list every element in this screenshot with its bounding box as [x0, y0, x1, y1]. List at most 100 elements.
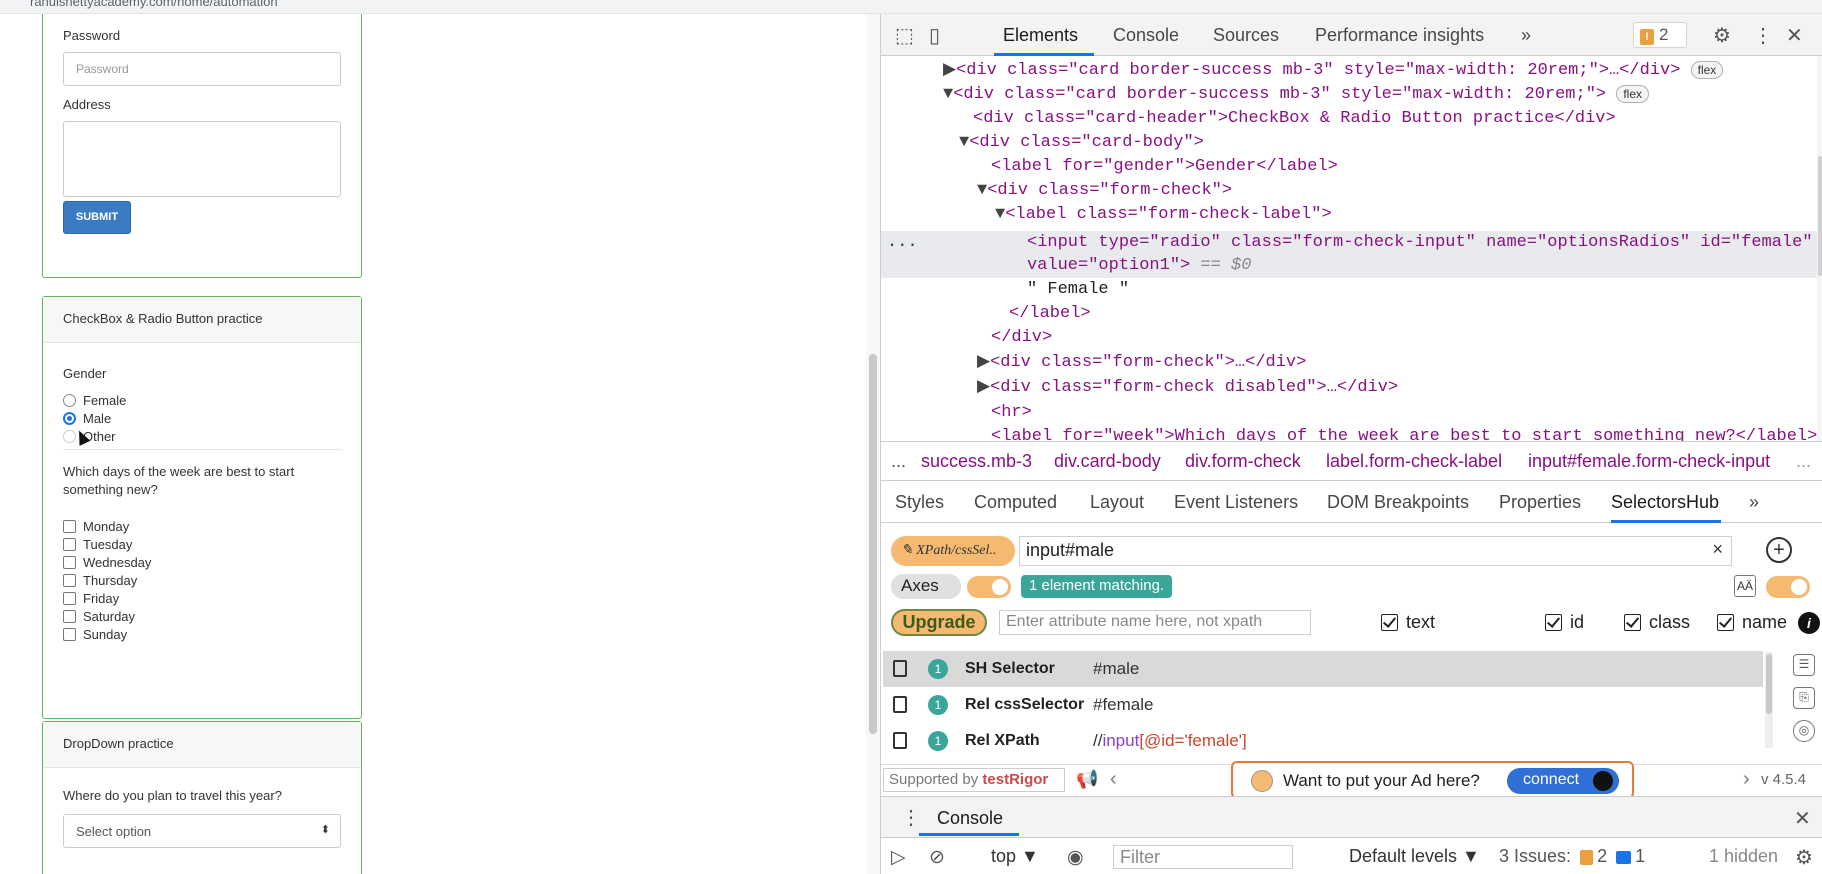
tab-properties[interactable]: Properties	[1499, 492, 1581, 513]
checkbox-sunday[interactable]: Sunday	[63, 625, 127, 643]
page-scrollbar[interactable]	[866, 14, 880, 874]
log-levels-dropdown[interactable]: Default levels ▼	[1349, 846, 1480, 867]
travel-select[interactable]: Select option ⬍	[63, 814, 341, 848]
flex-badge[interactable]: flex	[1690, 60, 1724, 79]
console-drawer-title[interactable]: Console	[937, 808, 1003, 829]
radio-other[interactable]: Other	[63, 427, 116, 445]
clear-console-icon[interactable]: ⊘	[929, 846, 945, 869]
more-tabs-icon[interactable]: »	[1749, 492, 1759, 513]
breadcrumb-item[interactable]: success.mb-3	[921, 451, 1032, 472]
dom-node[interactable]: <hr>	[991, 401, 1032, 425]
node-actions-ellipsis[interactable]: ...	[887, 231, 918, 255]
scroll-thumb[interactable]	[869, 354, 877, 734]
dom-text-node[interactable]: " Female "	[1027, 278, 1129, 302]
tab-elements[interactable]: Elements	[1003, 25, 1078, 46]
checkbox-monday[interactable]: Monday	[63, 517, 129, 535]
dom-node[interactable]: <label for="gender">Gender</label>	[991, 155, 1338, 179]
checkbox[interactable]	[63, 609, 76, 623]
selector-input[interactable]: input#male ×	[1019, 536, 1732, 566]
issues-badge[interactable]: ! 2	[1633, 22, 1687, 48]
checkbox[interactable]	[63, 591, 76, 605]
dom-node[interactable]: ▼<div class="card-body">	[959, 131, 1204, 155]
tab-selectorshub[interactable]: SelectorsHub	[1611, 492, 1719, 513]
kebab-menu-icon[interactable]: ⋮	[1753, 23, 1773, 48]
checkbox[interactable]	[63, 627, 76, 641]
more-tabs-icon[interactable]: »	[1521, 25, 1531, 46]
breadcrumb-item-active[interactable]: input#female.form-check-input	[1528, 451, 1770, 472]
dom-node[interactable]: ▶<div class="form-check disabled">…</div…	[977, 376, 1398, 400]
issues-summary[interactable]: 3 Issues: 2 1	[1499, 846, 1645, 867]
flex-badge[interactable]: flex	[1616, 84, 1649, 103]
axes-toggle[interactable]	[967, 576, 1011, 598]
xpath-css-toggle-button[interactable]: ✎ XPath/cssSel..	[891, 536, 1015, 566]
breadcrumb-ellipsis[interactable]: ...	[891, 451, 906, 472]
close-icon[interactable]: ✕	[1794, 806, 1811, 831]
selector-row-xpath[interactable]: 1 Rel XPath //input[@id='female']	[883, 723, 1763, 759]
dom-node[interactable]: <div class="card-header">CheckBox & Radi…	[973, 107, 1616, 131]
target-icon[interactable]: ◎	[1793, 720, 1815, 742]
dom-node-selected[interactable]: <input type="radio" class="form-check-in…	[1027, 231, 1813, 255]
tab-sources[interactable]: Sources	[1213, 25, 1279, 46]
breadcrumb-item[interactable]: div.form-check	[1185, 451, 1301, 472]
checkbox-name[interactable]: name	[1717, 612, 1787, 633]
filter-input[interactable]: Filter	[1113, 845, 1293, 869]
gear-icon[interactable]: ⚙	[1795, 845, 1813, 870]
chevron-right-icon[interactable]: ›	[1743, 768, 1750, 791]
checkbox-tuesday[interactable]: Tuesday	[63, 535, 132, 553]
connect-button[interactable]: connect	[1507, 768, 1619, 794]
axes-label[interactable]: Axes	[891, 574, 961, 599]
tab-layout[interactable]: Layout	[1090, 492, 1144, 513]
url-text[interactable]: rahulshettyacademy.com/home/automation	[30, 0, 278, 9]
checkbox-wednesday[interactable]: Wednesday	[63, 553, 151, 571]
selector-row-sh[interactable]: 1 SH Selector #male	[883, 651, 1763, 687]
tab-performance-insights[interactable]: Performance insights	[1315, 25, 1484, 46]
attribute-input[interactable]: Enter attribute name here, not xpath	[999, 610, 1311, 635]
dom-scrollbar[interactable]	[1817, 56, 1822, 441]
dom-node[interactable]: ▶<div class="form-check">…</div>	[977, 351, 1306, 375]
selector-value[interactable]: #female	[1093, 695, 1153, 715]
selector-row-css[interactable]: 1 Rel cssSelector #female	[883, 687, 1763, 723]
checkbox[interactable]	[63, 555, 76, 569]
radio-button-selected[interactable]	[63, 411, 76, 425]
add-icon[interactable]: +	[1766, 537, 1792, 563]
dom-node[interactable]: </div>	[991, 326, 1052, 350]
checkbox[interactable]	[63, 519, 76, 533]
scroll-thumb[interactable]	[1818, 156, 1822, 276]
checkbox-checked[interactable]	[1381, 614, 1398, 631]
settings-toggle[interactable]	[1766, 576, 1810, 598]
copy-icon[interactable]	[893, 732, 907, 749]
supported-by[interactable]: Supported by testRigor	[883, 768, 1065, 792]
context-selector[interactable]: top ▼	[991, 846, 1039, 867]
breadcrumb-item[interactable]: div.card-body	[1054, 451, 1161, 472]
tab-dom-breakpoints[interactable]: DOM Breakpoints	[1327, 492, 1469, 513]
checkbox-checked[interactable]	[1545, 614, 1562, 631]
sidebar-toggle-icon[interactable]: ▷	[891, 846, 906, 869]
copy-icon[interactable]	[893, 696, 907, 713]
info-icon[interactable]: i	[1798, 612, 1820, 634]
dom-node[interactable]: </label>	[1009, 302, 1091, 326]
case-sensitivity-icon[interactable]: AÄ	[1734, 575, 1756, 597]
copy-all-icon[interactable]: ⎘	[1793, 687, 1815, 709]
dom-node[interactable]: <label for="week">Which days of the week…	[991, 425, 1817, 441]
device-toolbar-icon[interactable]: ▯	[929, 23, 940, 48]
breadcrumb-item[interactable]: label.form-check-label	[1326, 451, 1502, 472]
eye-icon[interactable]: ◉	[1067, 846, 1084, 869]
submit-button[interactable]: SUBMIT	[63, 201, 131, 234]
address-textarea[interactable]	[63, 121, 341, 197]
chevron-left-icon[interactable]: ‹	[1110, 768, 1117, 791]
checkbox-thursday[interactable]: Thursday	[63, 571, 137, 589]
selector-value[interactable]: #male	[1093, 659, 1139, 679]
clear-icon[interactable]: ×	[1712, 539, 1723, 560]
radio-male[interactable]: Male	[63, 409, 111, 427]
list-settings-icon[interactable]: ☰	[1793, 654, 1815, 676]
breadcrumb-ellipsis[interactable]: ...	[1796, 451, 1811, 472]
checkbox-class[interactable]: class	[1624, 612, 1690, 633]
inspect-element-icon[interactable]: ⬚	[895, 23, 914, 48]
checkbox[interactable]	[63, 537, 76, 551]
tab-event-listeners[interactable]: Event Listeners	[1174, 492, 1298, 513]
scroll-thumb[interactable]	[1766, 654, 1772, 714]
dom-node-selected-cont[interactable]: value="option1"> == $0	[1027, 254, 1251, 278]
password-input[interactable]: Password	[63, 52, 341, 86]
kebab-menu-icon[interactable]: ⋮	[901, 805, 921, 830]
checkbox-checked[interactable]	[1717, 614, 1734, 631]
